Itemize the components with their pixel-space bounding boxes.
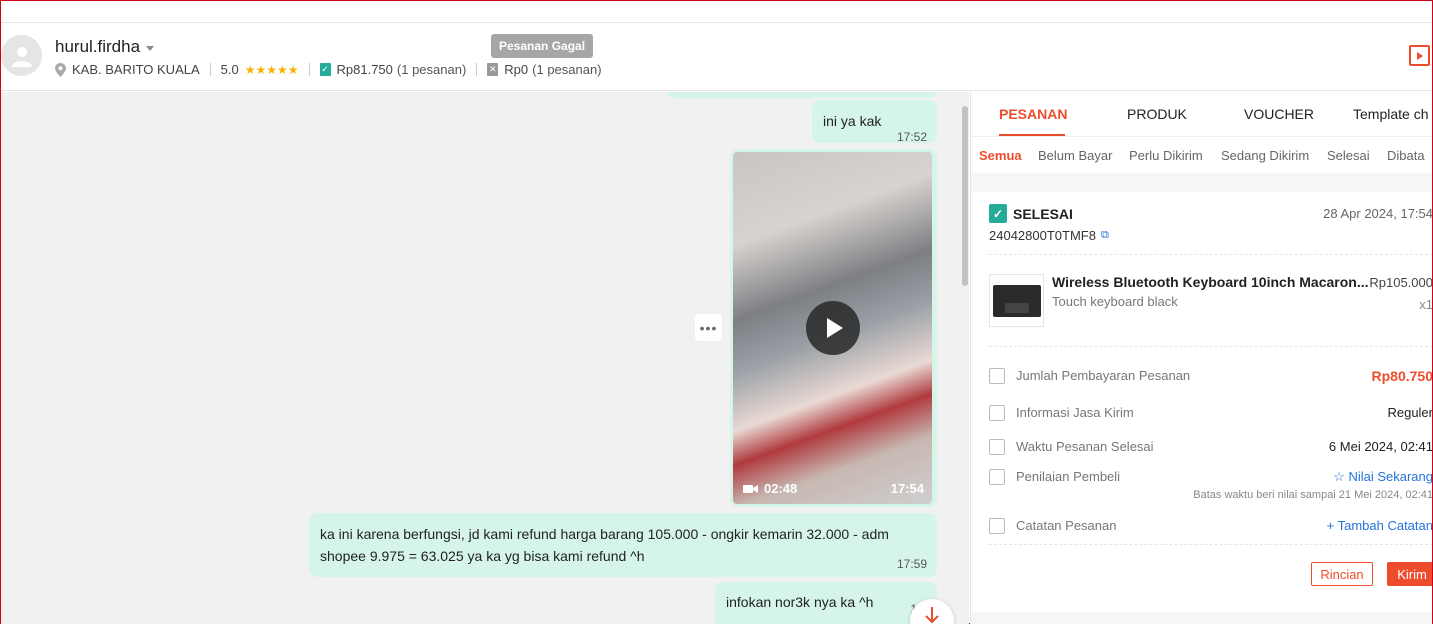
- row-label: Waktu Pesanan Selesai: [1016, 439, 1154, 454]
- filter-selesai[interactable]: Selesai: [1327, 148, 1370, 163]
- chat-header: hurul.firdha KAB. BARITO KUALA 5.0 ★★★★★…: [1, 23, 1432, 91]
- message-bubble[interactable]: ka ini karena berfungsi, jd kami refund …: [309, 513, 937, 577]
- rating-value: 5.0: [220, 62, 239, 77]
- video-camera-icon: [743, 484, 758, 493]
- play-button[interactable]: [806, 301, 860, 355]
- note-icon: [989, 518, 1005, 534]
- divider: [989, 544, 1432, 545]
- video-duration-text: 02:48: [764, 481, 798, 496]
- message-bubble[interactable]: infokan nor3k nya ka ^h 17:: [715, 582, 937, 624]
- chevron-down-icon[interactable]: [146, 46, 155, 51]
- failed-orders-icon: ✕: [487, 63, 499, 76]
- username[interactable]: hurul.firdha: [55, 37, 155, 57]
- order-status-text: SELESAI: [1013, 205, 1073, 222]
- avatar[interactable]: [1, 35, 42, 76]
- copy-icon[interactable]: ⧉: [1101, 229, 1109, 242]
- calendar-icon: [989, 439, 1005, 455]
- row-value: Rp80.750: [1371, 368, 1432, 384]
- star-outline-icon: ☆: [1333, 469, 1349, 484]
- product-variant: Touch keyboard black: [1052, 294, 1178, 309]
- order-id-text: 24042800T0TMF8: [989, 228, 1096, 243]
- divider: [308, 63, 310, 76]
- failed-count: (1 pesanan): [532, 62, 602, 77]
- row-value: 6 Mei 2024, 02:41: [1328, 439, 1432, 454]
- arrow-down-icon: [925, 607, 939, 624]
- order-card: ✓ SELESAI 28 Apr 2024, 17:54 24042800T0T…: [971, 192, 1432, 612]
- panel-toggle-icon[interactable]: [1409, 45, 1430, 66]
- order-status-filters: Semua Belum Bayar Perlu Dikirim Sedang D…: [971, 137, 1432, 173]
- check-icon: ✓: [989, 204, 1007, 223]
- row-label: Catatan Pesanan: [1016, 518, 1117, 533]
- top-strip: [1, 1, 1432, 23]
- add-note-text: Tambah Catatan: [1337, 518, 1432, 533]
- more-options-button[interactable]: •••: [695, 314, 722, 341]
- payment-icon: [989, 368, 1005, 384]
- active-tab-indicator: [999, 134, 1065, 136]
- location-text: KAB. BARITO KUALA: [72, 62, 200, 77]
- divider: [209, 63, 211, 76]
- product-name[interactable]: Wireless Bluetooth Keyboard 10inch Macar…: [1052, 274, 1369, 290]
- panel-tabs: PESANAN PRODUK VOUCHER Template ch: [971, 92, 1432, 137]
- rate-now-link[interactable]: ☆ Nilai Sekarang: [1333, 469, 1432, 485]
- message-time: 17:52: [896, 130, 927, 144]
- truck-icon: [989, 405, 1005, 421]
- plus-icon: +: [1326, 518, 1338, 533]
- row-label: Jumlah Pembayaran Pesanan: [1016, 368, 1191, 383]
- tab-template-chat[interactable]: Template ch: [1353, 106, 1428, 122]
- row-label: Penilaian Pembeli: [1016, 469, 1121, 484]
- video-time: 17:54: [890, 481, 924, 496]
- rating-icon: [989, 469, 1005, 485]
- row-label: Informasi Jasa Kirim: [1016, 405, 1134, 420]
- rating-stars-icon: ★★★★★: [244, 62, 299, 77]
- message-text: ka ini karena berfungsi, jd kami refund …: [320, 526, 889, 564]
- order-status: ✓ SELESAI: [989, 204, 1073, 223]
- play-icon: [827, 318, 843, 338]
- divider: [476, 63, 478, 76]
- message-text: infokan nor3k nya ka ^h: [726, 594, 874, 610]
- rate-now-text: Nilai Sekarang: [1348, 469, 1432, 484]
- message-text: ini ya kak: [823, 113, 882, 129]
- filter-semua[interactable]: Semua: [979, 148, 1022, 163]
- row-value: Reguler: [1387, 405, 1432, 420]
- order-date: 28 Apr 2024, 17:54: [1323, 206, 1432, 221]
- message-time: 17:59: [896, 557, 927, 571]
- completed-orders-icon: ✓: [319, 63, 331, 76]
- location-pin-icon: [55, 62, 66, 77]
- add-note-link[interactable]: + Tambah Catatan: [1327, 518, 1432, 533]
- filter-dibatalkan[interactable]: Dibata: [1387, 148, 1425, 163]
- tab-pesanan[interactable]: PESANAN: [999, 106, 1067, 122]
- username-text: hurul.firdha: [55, 37, 141, 56]
- video-thumbnail[interactable]: 02:48 17:54: [733, 152, 932, 504]
- tab-produk[interactable]: PRODUK: [1127, 106, 1187, 122]
- product-image[interactable]: [989, 274, 1044, 327]
- filter-perlu-dikirim[interactable]: Perlu Dikirim: [1129, 148, 1203, 163]
- user-icon: [11, 46, 32, 67]
- order-panel: PESANAN PRODUK VOUCHER Template ch Semua…: [970, 92, 1432, 624]
- message-bubble-partial: [667, 92, 937, 98]
- rating-deadline-note: Batas waktu beri nilai sampai 21 Mei 202…: [1193, 489, 1432, 501]
- completed-amount: Rp81.750: [336, 62, 393, 77]
- failed-amount: Rp0: [504, 62, 529, 77]
- product-qty: x1: [1419, 297, 1432, 312]
- details-button[interactable]: Rincian: [1311, 562, 1373, 586]
- filter-belum-bayar[interactable]: Belum Bayar: [1038, 148, 1112, 163]
- failed-orders-tooltip: Pesanan Gagal: [491, 34, 594, 58]
- tab-voucher[interactable]: VOUCHER: [1244, 106, 1314, 122]
- keyboard-image: [992, 284, 1041, 317]
- divider: [989, 346, 1432, 347]
- buyer-meta: KAB. BARITO KUALA 5.0 ★★★★★ ✓ Rp81.750 (…: [55, 62, 602, 77]
- chat-scrollbar[interactable]: [962, 106, 968, 286]
- send-button[interactable]: Kirim: [1387, 562, 1432, 586]
- product-price: Rp105.000: [1369, 275, 1432, 290]
- order-id: 24042800T0TMF8 ⧉: [989, 228, 1109, 243]
- message-bubble[interactable]: ini ya kak 17:52: [812, 100, 937, 144]
- divider: [989, 254, 1432, 255]
- video-message[interactable]: 02:48 17:54: [730, 149, 937, 507]
- video-duration: 02:48: [743, 481, 797, 496]
- completed-count: (1 pesanan): [396, 62, 467, 77]
- filter-sedang-dikirim[interactable]: Sedang Dikirim: [1221, 148, 1309, 163]
- chat-area: ini ya kak 17:52 ••• 02:48 17:54 ka ini …: [1, 92, 969, 624]
